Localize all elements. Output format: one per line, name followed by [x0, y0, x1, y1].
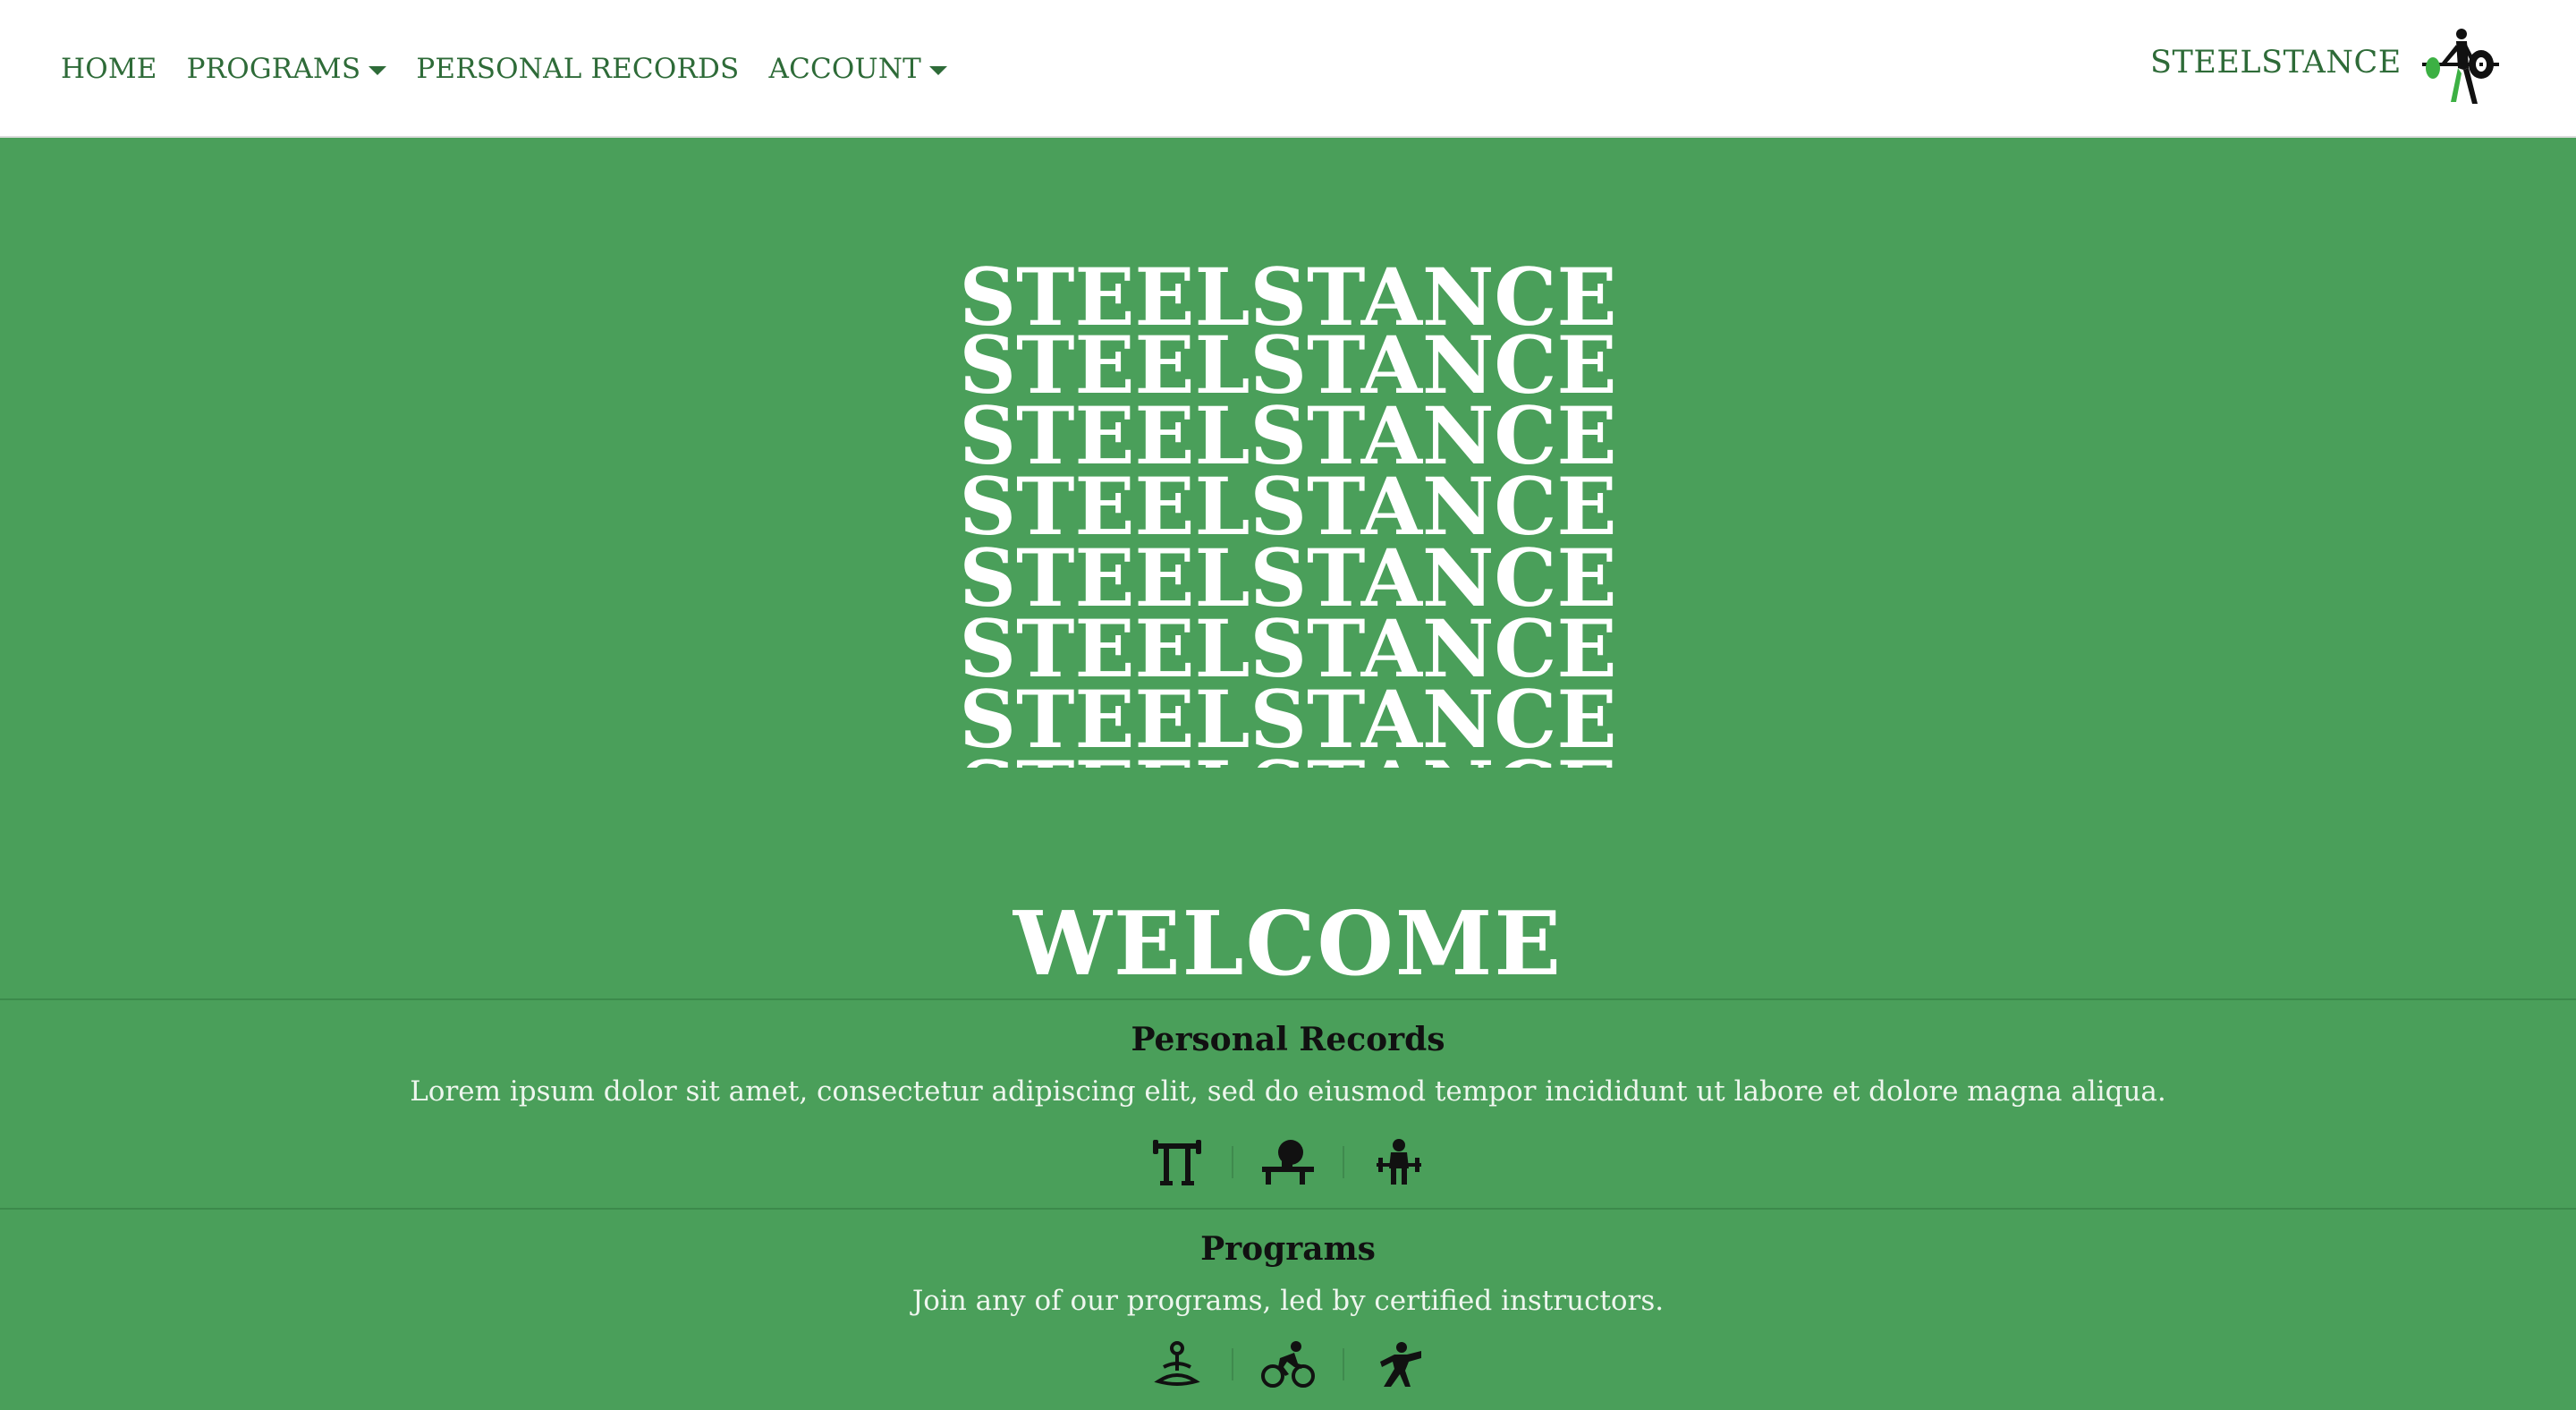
nav-programs-label: PROGRAMS — [186, 53, 361, 85]
nav-account-dropdown[interactable]: ACCOUNT — [768, 53, 948, 85]
nav-personal-records-label: PERSONAL RECORDS — [416, 53, 740, 85]
icon-separator — [1343, 1348, 1344, 1380]
navbar: HOME PROGRAMS PERSONAL RECORDS ACCOUNT S… — [0, 0, 2576, 138]
hero-brand-line: STEELSTANCE — [894, 751, 1682, 768]
section-divider — [0, 998, 2576, 1000]
nav-account-label: ACCOUNT — [768, 53, 922, 85]
bench-press-icon[interactable] — [1260, 1134, 1316, 1190]
main-nav: HOME PROGRAMS PERSONAL RECORDS ACCOUNT — [61, 0, 948, 138]
nav-home-label: HOME — [61, 53, 157, 85]
caret-down-icon — [369, 65, 387, 75]
yoga-icon[interactable] — [1149, 1337, 1205, 1392]
programs-icon-row — [0, 1337, 2576, 1392]
caret-down-icon — [929, 65, 948, 75]
section-description-programs: Join any of our programs, led by certifi… — [911, 1285, 1665, 1317]
section-divider — [0, 1208, 2576, 1210]
icon-separator — [1232, 1348, 1233, 1380]
section-description-personal-records: Lorem ipsum dolor sit amet, consectetur … — [410, 1075, 2166, 1108]
squat-rack-icon[interactable] — [1149, 1134, 1205, 1190]
section-title-programs: Programs — [1200, 1230, 1376, 1268]
icon-separator — [1343, 1146, 1344, 1178]
boxing-icon[interactable] — [1371, 1337, 1427, 1392]
brand-name[interactable]: STEELSTANCE — [2150, 45, 2402, 81]
deadlift-icon[interactable] — [1371, 1134, 1427, 1190]
nav-programs-dropdown[interactable]: PROGRAMS — [187, 53, 387, 85]
icon-separator — [1232, 1146, 1233, 1178]
personal-records-icon-row — [0, 1134, 2576, 1190]
nav-home-link[interactable]: HOME — [61, 53, 157, 85]
section-title-personal-records: Personal Records — [1131, 1021, 1445, 1058]
weightlifter-logo-icon[interactable] — [2419, 27, 2503, 107]
cycling-icon[interactable] — [1260, 1337, 1316, 1392]
nav-personal-records-link[interactable]: PERSONAL RECORDS — [416, 53, 739, 85]
hero-brand-stack: STEELSTANCE STEELSTANCE STEELSTANCE STEE… — [894, 258, 1682, 768]
welcome-heading: WELCOME — [1013, 893, 1563, 996]
